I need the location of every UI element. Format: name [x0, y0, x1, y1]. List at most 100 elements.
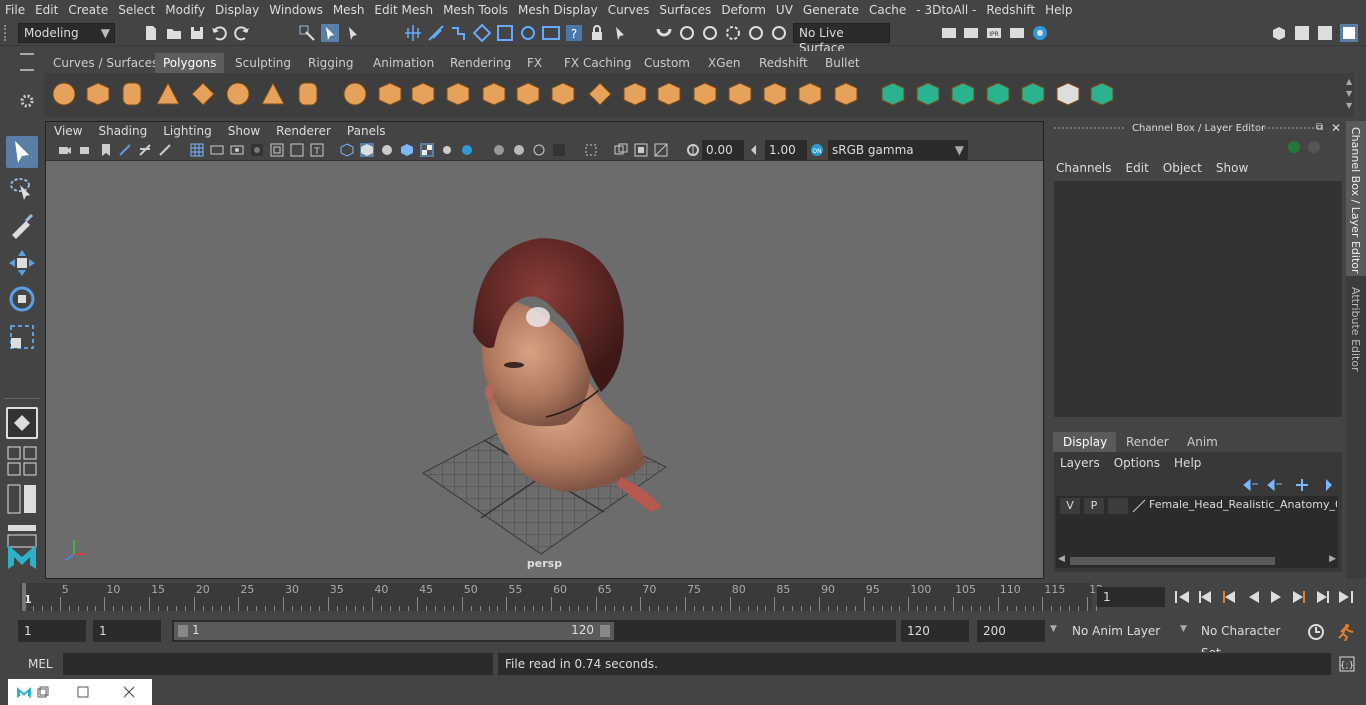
layer-tab-display[interactable]: Display [1053, 432, 1118, 452]
cylinder-icon[interactable] [118, 80, 146, 108]
scrollbar-thumb[interactable] [1070, 557, 1275, 565]
field-chart-icon[interactable] [270, 143, 284, 157]
quad-draw-icon[interactable] [832, 80, 860, 108]
script-editor-icon[interactable]: {;} [1338, 655, 1356, 673]
ambient-occlusion-icon[interactable] [460, 143, 474, 157]
snap-point-icon[interactable] [450, 24, 468, 42]
layer-type-toggle[interactable] [1108, 498, 1128, 514]
layer-row[interactable]: V P Female_Head_Realistic_Anatomy_001 [1060, 498, 1337, 514]
side-by-side-layout-icon[interactable] [6, 483, 38, 515]
axis-toggle-icon[interactable] [1288, 141, 1300, 153]
menu-generate[interactable]: Generate [798, 3, 864, 17]
playback-controls[interactable] [1173, 589, 1359, 605]
channel-menu-channels[interactable]: Channels [1054, 161, 1124, 179]
scroll-left-icon[interactable]: ◀ [1058, 554, 1065, 564]
tab-channel-box[interactable]: Channel Box / Layer Editor [1346, 121, 1366, 276]
auto-key-icon[interactable] [1307, 623, 1325, 641]
bevel-icon[interactable] [514, 80, 542, 108]
render-settings-icon[interactable] [1008, 24, 1026, 42]
menu-3dtoall[interactable]: - 3DtoAll - [911, 3, 981, 17]
bookmark-icon[interactable] [99, 143, 113, 157]
menu-curves[interactable]: Curves [603, 3, 655, 17]
hypershade-icon[interactable] [1031, 24, 1049, 42]
tab-fx-caching[interactable]: FX Caching [556, 53, 639, 73]
snap-surface-icon[interactable] [496, 24, 514, 42]
range-slider[interactable]: 1 120 [172, 620, 896, 642]
grid-toggle-icon[interactable] [138, 143, 152, 157]
xray-joints-icon[interactable] [614, 143, 628, 157]
viewport-menu-lighting[interactable]: Lighting [155, 124, 220, 138]
layer-menu-help[interactable]: Help [1172, 456, 1209, 474]
render-view-icon[interactable] [542, 24, 560, 42]
menu-mesh[interactable]: Mesh [328, 3, 370, 17]
snap-vertex-icon[interactable] [519, 24, 537, 42]
exposure-icon[interactable] [686, 143, 700, 157]
snap-live-icon[interactable] [701, 24, 719, 42]
torus-icon[interactable] [224, 80, 252, 108]
select-hierarchy-icon[interactable] [298, 24, 316, 42]
edge-loop-icon[interactable] [655, 80, 683, 108]
bridge-icon[interactable] [549, 80, 577, 108]
viewport-menu-renderer[interactable]: Renderer [268, 124, 339, 138]
playback-start-field[interactable]: 1 [93, 620, 161, 642]
lock-icon[interactable] [588, 24, 606, 42]
tab-curves-surfaces[interactable]: Curves / Surfaces [45, 53, 166, 73]
isolate-select-icon[interactable] [584, 143, 598, 157]
lasso-tool-icon[interactable] [6, 173, 38, 205]
layer-menu-options[interactable]: Options [1112, 456, 1168, 474]
range-handle-right[interactable] [600, 625, 610, 637]
render-sequence-icon[interactable] [962, 24, 980, 42]
layer-action-icons[interactable] [1242, 477, 1342, 491]
pipe-icon[interactable] [294, 80, 322, 108]
move-tool-icon[interactable] [6, 247, 38, 279]
range-slider-thumb[interactable]: 1 120 [174, 622, 614, 640]
wireframe-on-shaded-icon[interactable] [380, 143, 394, 157]
channel-list[interactable] [1054, 181, 1342, 417]
menu-help[interactable]: Help [1040, 3, 1077, 17]
gear-icon[interactable] [19, 93, 35, 109]
snap-curve-icon[interactable] [427, 24, 445, 42]
undo-icon[interactable] [210, 24, 228, 42]
menu-surfaces[interactable]: Surfaces [654, 3, 716, 17]
cone-icon[interactable] [154, 80, 182, 108]
command-language-label[interactable]: MEL [28, 657, 53, 671]
restore-icon[interactable] [36, 685, 50, 699]
workspace-dropdown[interactable]: Modeling ▼ [18, 23, 115, 43]
camera-icon[interactable] [58, 143, 72, 157]
tool-settings-icon[interactable] [1316, 24, 1334, 42]
menu-select[interactable]: Select [113, 3, 160, 17]
exposure-field[interactable]: 0.00 [702, 140, 744, 160]
menu-modify[interactable]: Modify [160, 3, 210, 17]
menu-mesh-tools[interactable]: Mesh Tools [438, 3, 513, 17]
shadows-icon[interactable] [440, 143, 454, 157]
resolution-gate-icon[interactable] [230, 143, 244, 157]
rotate-tool-icon[interactable] [6, 283, 38, 315]
maximize-icon[interactable] [76, 685, 90, 699]
menu-windows[interactable]: Windows [264, 3, 328, 17]
depth-of-field-icon[interactable] [532, 143, 546, 157]
uv-unfold-icon[interactable] [1088, 80, 1116, 108]
channel-menu-edit[interactable]: Edit [1124, 161, 1161, 179]
uv-planar-icon[interactable] [879, 80, 907, 108]
scale-tool-icon[interactable] [6, 321, 38, 353]
live-surface-field[interactable]: No Live Surface [793, 23, 890, 55]
symmetry-icon[interactable] [770, 24, 788, 42]
layer-name[interactable]: Female_Head_Realistic_Anatomy_001 [1149, 498, 1337, 511]
snap-view-icon[interactable] [473, 24, 491, 42]
tab-attribute-editor[interactable]: Attribute Editor [1346, 281, 1366, 381]
scene-end-field[interactable]: 200 [977, 620, 1045, 642]
two-d-pan-icon[interactable] [158, 143, 172, 157]
range-handle-left[interactable] [178, 625, 188, 637]
menu-deform[interactable]: Deform [716, 3, 771, 17]
offset-loop-icon[interactable] [691, 80, 719, 108]
tab-fx[interactable]: FX [519, 53, 550, 73]
safe-title-icon[interactable]: T [310, 143, 324, 157]
extract-icon[interactable] [480, 80, 508, 108]
pyramid-icon[interactable] [259, 80, 287, 108]
soft-select-icon[interactable] [747, 24, 765, 42]
shelf-menu-icon[interactable] [20, 53, 34, 71]
combine-icon[interactable] [341, 80, 369, 108]
tab-animation[interactable]: Animation [365, 53, 442, 73]
tab-custom[interactable]: Custom [636, 53, 698, 73]
viewport-menu-shading[interactable]: Shading [90, 124, 155, 138]
